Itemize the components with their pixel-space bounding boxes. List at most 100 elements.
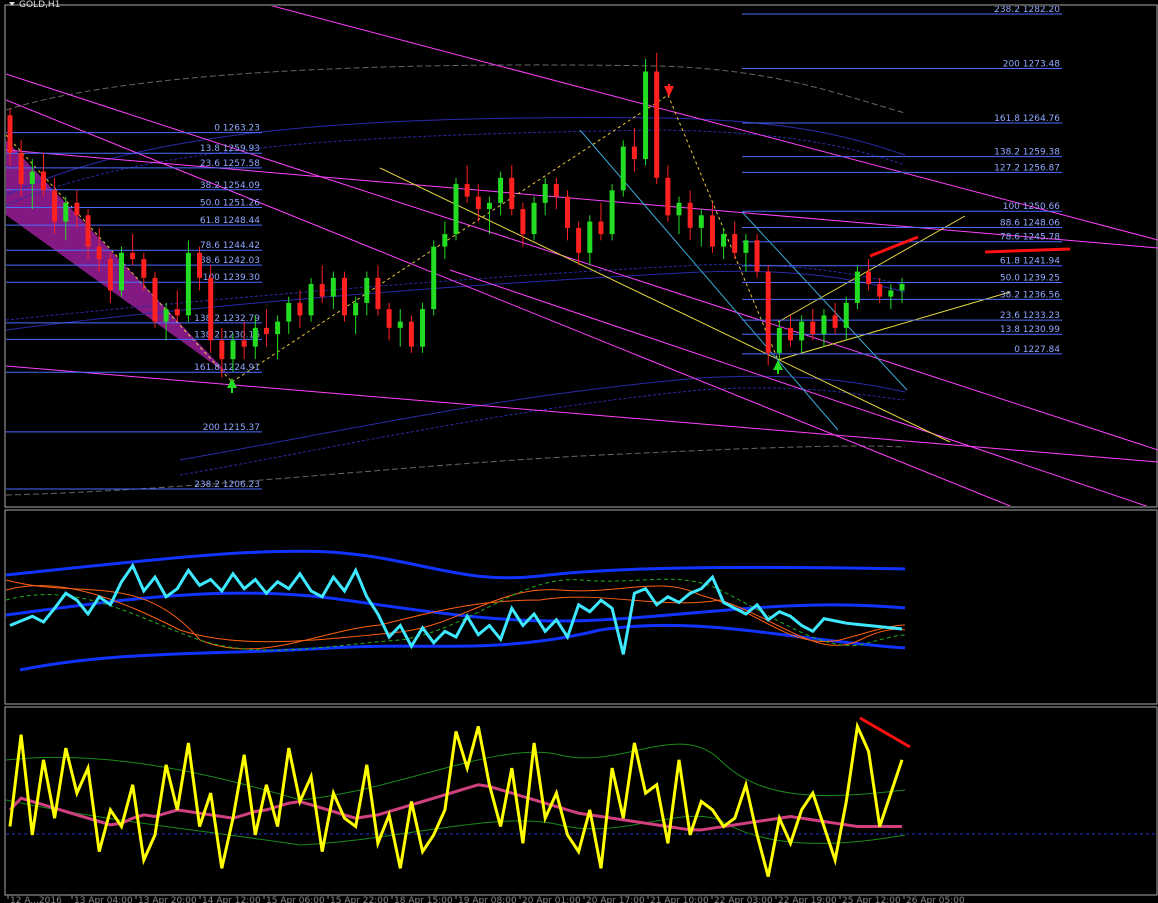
candle-body	[96, 246, 102, 260]
fib-left-label: 61.8 1248.44	[200, 216, 260, 226]
candle	[152, 271, 158, 328]
candle-body	[74, 202, 80, 216]
time-label: 22 Apr 19:00	[778, 896, 837, 903]
candle-body	[565, 196, 570, 228]
candle-body	[598, 221, 604, 235]
fib-right-label: 23.6 1233.23	[1000, 311, 1060, 321]
candle-body	[163, 309, 169, 322]
candle-body	[620, 146, 626, 191]
candle-body	[765, 271, 771, 353]
candle-body	[197, 252, 203, 278]
candle-body	[386, 309, 392, 328]
candle-body	[141, 259, 147, 278]
candle-body	[542, 184, 548, 203]
candle-body	[631, 146, 637, 160]
candle-body	[843, 302, 849, 328]
candle-body	[308, 284, 314, 316]
time-label: 15 Apr 06:00	[266, 896, 325, 903]
candle-body	[7, 115, 13, 153]
fib-left-label: 13.8 1259.93	[200, 144, 260, 154]
fib-left-label: 38.2 1254.09	[200, 181, 260, 191]
candle-body	[330, 277, 336, 297]
candle-body	[52, 190, 58, 222]
fib-right-label: 13.8 1230.99	[1000, 325, 1060, 335]
fib-left-label: 78.6 1244.42	[200, 241, 260, 251]
candle-body	[375, 277, 381, 310]
candle-body	[531, 202, 537, 235]
candle	[654, 52, 660, 185]
candle	[643, 59, 649, 166]
fib-left-label: 50.0 1251.26	[200, 198, 260, 208]
candle-body	[63, 202, 69, 222]
candle-body	[854, 271, 860, 303]
candle	[620, 140, 626, 197]
fib-right-label: 88.6 1248.06	[1000, 218, 1060, 228]
time-label: 12 A...2016	[10, 896, 62, 903]
fib-left-label: 238.2 1206.23	[194, 480, 260, 490]
candle-body	[587, 221, 593, 253]
candle-body	[219, 340, 225, 360]
candle-body	[486, 202, 492, 210]
time-label: 22 Apr 03:00	[714, 896, 773, 903]
candle-body	[576, 227, 582, 253]
candle-body	[431, 246, 437, 310]
candle-body	[364, 277, 370, 303]
fib-left-label: 23.6 1257.58	[200, 159, 260, 169]
candle-body	[420, 309, 426, 347]
fib-right-label: 127.2 1256.87	[994, 163, 1060, 173]
candle-body	[709, 215, 715, 247]
candle	[854, 265, 860, 310]
candle-body	[799, 321, 805, 341]
time-label: 18 Apr 15:00	[394, 896, 453, 903]
candle-body	[788, 327, 793, 341]
candle	[431, 240, 437, 316]
trading-chart[interactable]: GOLD,H1 0 1263.2313.8 1259.9323.6 1257.5	[0, 0, 1158, 903]
candle	[754, 234, 760, 278]
fib-left-label: 138.2 1232.79	[194, 314, 260, 324]
candle-body	[866, 271, 872, 285]
candle-body	[263, 327, 269, 335]
candle-body	[888, 290, 894, 297]
candle-body	[498, 177, 504, 203]
fib-right-label: 138.2 1259.38	[994, 148, 1060, 158]
fib-left-label: 138.2 1230.16	[194, 330, 260, 340]
time-label: 15 Apr 22:00	[330, 896, 389, 903]
candle-body	[553, 184, 559, 197]
fib-right-label: 161.8 1264.76	[994, 114, 1060, 124]
candle-body	[185, 252, 191, 316]
candle-body	[208, 277, 214, 341]
time-label: 19 Apr 08:00	[458, 896, 517, 903]
candle-body	[464, 184, 470, 197]
candle-body	[286, 302, 292, 322]
fib-left-label: 200 1215.37	[203, 423, 260, 433]
time-axis: 12 A...2016 13 Apr 04:00 13 Apr 20:00 14 Ap…	[7, 895, 965, 903]
fib-right-label: 100 1250.66	[1003, 202, 1061, 212]
fib-left-label: 0 1263.23	[214, 124, 260, 134]
candle-body	[520, 209, 526, 235]
candle-body	[743, 240, 749, 253]
candle-body	[442, 234, 448, 247]
candle-body	[29, 171, 35, 185]
candle-body	[509, 177, 515, 210]
fib-right-label: 50.0 1239.25	[1000, 274, 1060, 284]
candle-body	[174, 309, 180, 316]
candle-body	[453, 184, 459, 235]
candle-body	[877, 284, 883, 297]
candle-body	[665, 177, 671, 216]
candle-body	[698, 215, 704, 228]
candle-body	[687, 202, 693, 228]
candle-body	[241, 340, 247, 347]
candle-body	[18, 152, 24, 185]
candle	[609, 184, 615, 241]
fib-left-label: 161.8 1224.91	[194, 363, 260, 373]
fib-right-label: 238.2 1282.20	[994, 5, 1060, 15]
candle-body	[821, 315, 827, 335]
candle	[208, 265, 214, 353]
candle-body	[252, 327, 258, 347]
time-label: 20 Apr 17:00	[586, 896, 645, 903]
candle	[342, 271, 347, 322]
candle-body	[40, 171, 46, 191]
candle-body	[319, 284, 325, 297]
candle-body	[732, 234, 738, 253]
candle-body	[676, 202, 682, 216]
